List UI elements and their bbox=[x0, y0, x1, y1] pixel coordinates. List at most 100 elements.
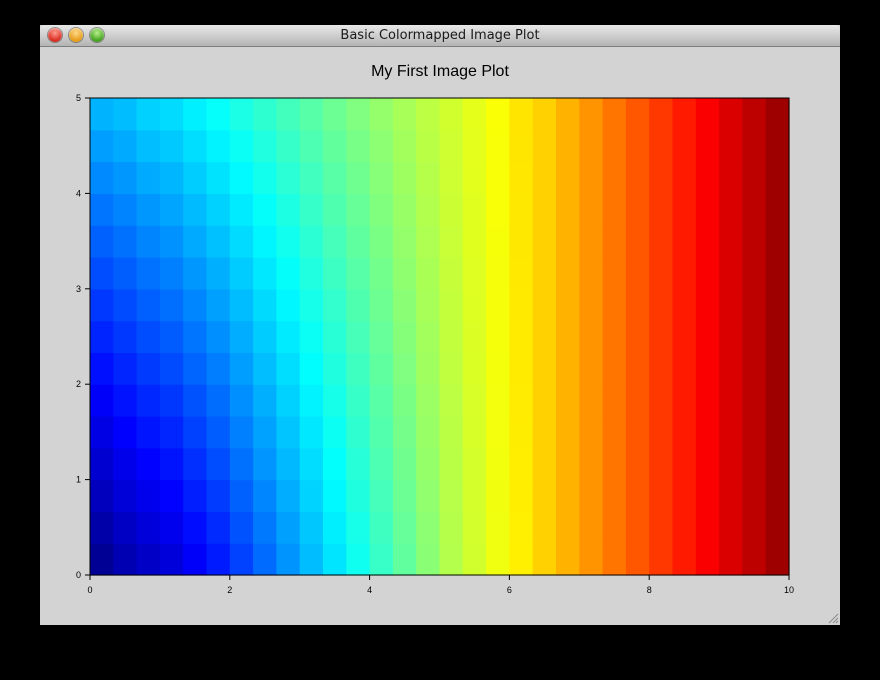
heatmap-cell bbox=[323, 193, 347, 226]
heatmap-plot[interactable]: 0 2 4 6 8 10 0 1 2 3 4 5 bbox=[40, 47, 840, 625]
x-tick-label: 8 bbox=[647, 585, 652, 595]
heatmap-cell bbox=[532, 352, 557, 385]
heatmap-cell bbox=[369, 479, 394, 512]
y-tick-label: 2 bbox=[76, 379, 81, 389]
heatmap-cell bbox=[253, 288, 277, 322]
heatmap-cell bbox=[346, 543, 371, 576]
heatmap-cell bbox=[765, 98, 790, 131]
heatmap-cell bbox=[346, 447, 371, 481]
y-tick-label: 3 bbox=[76, 284, 81, 294]
heatmap-cell bbox=[159, 384, 184, 417]
heatmap-cell bbox=[649, 511, 674, 544]
heatmap-cell bbox=[719, 193, 743, 226]
heatmap-cell bbox=[672, 479, 697, 512]
heatmap-cell bbox=[556, 288, 580, 322]
heatmap-cell bbox=[113, 511, 138, 544]
heatmap-cell bbox=[719, 447, 743, 481]
heatmap-cell bbox=[183, 384, 208, 417]
heatmap-cell bbox=[346, 511, 371, 544]
heatmap-cell bbox=[113, 479, 138, 512]
heatmap-cell bbox=[556, 511, 580, 544]
heatmap-cell bbox=[276, 511, 301, 544]
resize-grip-icon[interactable] bbox=[827, 612, 839, 624]
heatmap-cell bbox=[625, 352, 650, 385]
heatmap-cell bbox=[136, 543, 161, 576]
heatmap-cell bbox=[625, 479, 650, 512]
heatmap-cell bbox=[392, 320, 417, 353]
heatmap-cell bbox=[136, 479, 161, 512]
heatmap-cell bbox=[509, 511, 534, 544]
heatmap-cell bbox=[136, 384, 161, 417]
heatmap-cell bbox=[159, 129, 184, 163]
y-tick-label: 1 bbox=[76, 475, 81, 485]
heatmap-cell bbox=[532, 447, 557, 481]
heatmap-cell bbox=[742, 384, 767, 417]
heatmap-cell bbox=[183, 288, 208, 322]
heatmap-cell bbox=[206, 543, 231, 576]
heatmap-cell bbox=[672, 543, 697, 576]
heatmap-cell bbox=[462, 511, 487, 544]
heatmap-cell bbox=[765, 384, 790, 417]
heatmap-cell bbox=[253, 320, 277, 353]
heatmap-cell bbox=[439, 416, 464, 449]
heatmap-cell bbox=[229, 447, 254, 481]
heatmap-cell bbox=[742, 511, 767, 544]
heatmap-cell bbox=[299, 257, 324, 290]
heatmap-cell bbox=[556, 257, 580, 290]
heatmap-cell bbox=[159, 225, 184, 258]
heatmap-cell bbox=[206, 161, 231, 194]
heatmap-cell bbox=[90, 447, 114, 481]
heatmap-cell bbox=[672, 98, 697, 131]
heatmap-cell bbox=[299, 161, 324, 194]
heatmap-cell bbox=[532, 193, 557, 226]
heatmap-cell bbox=[649, 447, 674, 481]
heatmap-cell bbox=[462, 479, 487, 512]
heatmap-cell bbox=[462, 225, 487, 258]
heatmap-cell bbox=[579, 479, 604, 512]
heatmap-cell bbox=[439, 98, 464, 131]
heatmap-cell bbox=[90, 416, 114, 449]
heatmap-cell bbox=[579, 320, 604, 353]
heatmap-cell bbox=[486, 479, 510, 512]
heatmap-cell bbox=[90, 320, 114, 353]
heatmap-cell bbox=[556, 352, 580, 385]
heatmap-cell bbox=[439, 320, 464, 353]
heatmap-cell bbox=[90, 543, 114, 576]
heatmap-cell bbox=[369, 288, 394, 322]
heatmap-cell bbox=[765, 193, 790, 226]
heatmap-cell bbox=[276, 98, 301, 131]
heatmap-cell bbox=[90, 98, 114, 131]
heatmap-cell bbox=[416, 129, 441, 163]
heatmap-cell bbox=[532, 416, 557, 449]
heatmap-cell bbox=[206, 479, 231, 512]
heatmap-cell bbox=[229, 479, 254, 512]
heatmap-cell bbox=[206, 129, 231, 163]
heatmap-cell bbox=[392, 479, 417, 512]
heatmap-cell bbox=[672, 352, 697, 385]
heatmap-cell bbox=[229, 320, 254, 353]
heatmap-cell bbox=[532, 225, 557, 258]
heatmap-cell bbox=[299, 320, 324, 353]
heatmap-cell bbox=[532, 543, 557, 576]
heatmap-cell bbox=[183, 193, 208, 226]
heatmap-cell bbox=[672, 384, 697, 417]
heatmap-cell bbox=[229, 98, 254, 131]
heatmap-cell bbox=[765, 288, 790, 322]
heatmap-cell bbox=[416, 320, 441, 353]
heatmap-cell bbox=[159, 98, 184, 131]
heatmap-cell bbox=[253, 352, 277, 385]
heatmap-cell bbox=[90, 384, 114, 417]
heatmap-cell bbox=[136, 352, 161, 385]
heatmap-cell bbox=[392, 352, 417, 385]
heatmap-cell bbox=[369, 416, 394, 449]
heatmap-cell bbox=[323, 543, 347, 576]
heatmap-cell bbox=[462, 352, 487, 385]
heatmap-cell bbox=[462, 129, 487, 163]
x-tick-label: 10 bbox=[784, 585, 794, 595]
heatmap-cell bbox=[136, 129, 161, 163]
heatmap-cell bbox=[742, 129, 767, 163]
heatmap-cell bbox=[253, 129, 277, 163]
heatmap-cell bbox=[742, 447, 767, 481]
title-bar[interactable]: Basic Colormapped Image Plot bbox=[40, 25, 840, 47]
heatmap-cell bbox=[742, 320, 767, 353]
